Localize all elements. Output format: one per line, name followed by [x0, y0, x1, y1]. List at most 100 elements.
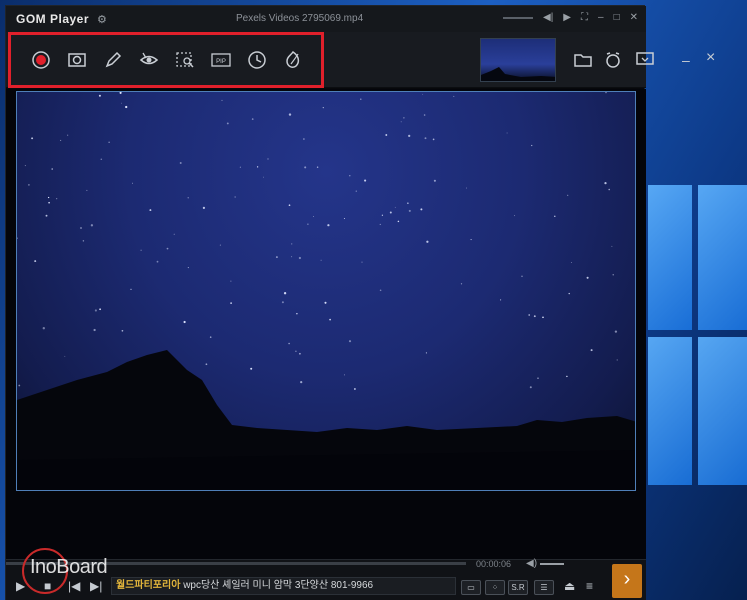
star: [422, 93, 424, 95]
toolbar-minimize-icon[interactable]: –: [682, 52, 690, 68]
star: [219, 244, 221, 246]
star: [343, 218, 345, 219]
playlist-icon[interactable]: ☰: [534, 580, 554, 595]
star: [42, 327, 45, 330]
eject-icon[interactable]: ⏏: [564, 579, 575, 593]
subtitle-button[interactable]: S.R: [508, 580, 528, 595]
prev-button[interactable]: |◀: [68, 579, 80, 593]
star: [542, 316, 544, 319]
ticker-text: wpc당산 셰일러 미니 암막 3단양산 801-9966: [183, 580, 374, 591]
play-icon[interactable]: ▶: [563, 12, 571, 23]
star: [17, 237, 18, 239]
star: [121, 102, 123, 104]
star: [304, 166, 307, 169]
star: [361, 261, 363, 263]
star: [570, 262, 572, 263]
app-logo[interactable]: GOM Player: [16, 12, 89, 26]
window-title: Pexels Videos 2795069.mp4: [236, 13, 364, 24]
fullscreen-icon[interactable]: ⛶: [581, 12, 588, 23]
gom-player-window: GOM Player ⚙ Pexels Videos 2795069.mp4 ◀…: [5, 5, 654, 600]
total-time: 00:00:06: [476, 559, 512, 569]
title-volume-track[interactable]: [503, 16, 533, 19]
star: [424, 137, 427, 140]
video-area[interactable]: [6, 89, 646, 559]
title-controls: ◀| ▶ ⛶ – □ ✕: [503, 12, 638, 23]
star: [288, 113, 292, 116]
star: [179, 162, 182, 164]
star: [173, 233, 175, 235]
star: [612, 274, 614, 276]
star: [288, 204, 291, 207]
star: [94, 309, 97, 312]
star: [288, 342, 290, 345]
screen-ratio-icon[interactable]: ▭: [461, 580, 481, 595]
star: [67, 134, 69, 136]
star: [125, 105, 128, 109]
star: [99, 308, 101, 311]
star: [327, 224, 330, 227]
star: [349, 175, 351, 177]
star: [230, 280, 232, 282]
next-button[interactable]: ▶|: [90, 579, 102, 593]
star: [34, 260, 37, 263]
star: [567, 194, 569, 196]
star: [312, 215, 314, 217]
star: [230, 302, 232, 304]
video-thumbnail[interactable]: [480, 38, 556, 82]
star: [355, 190, 357, 192]
star: [408, 209, 411, 212]
expand-panel-button[interactable]: ›: [612, 564, 642, 598]
screen-icon[interactable]: [634, 49, 656, 71]
volume-icon[interactable]: ◀): [526, 558, 537, 569]
star: [82, 240, 85, 242]
star: [119, 92, 122, 94]
star: [381, 214, 384, 216]
star: [166, 247, 169, 250]
star: [379, 289, 382, 292]
star: [28, 184, 30, 186]
menu-icon[interactable]: ≡: [586, 579, 593, 593]
star: [86, 189, 88, 191]
star: [45, 214, 48, 217]
alarm-icon[interactable]: [602, 49, 624, 71]
star: [385, 134, 388, 136]
star: [360, 98, 362, 100]
star: [433, 179, 436, 182]
star: [554, 215, 556, 218]
star: [407, 202, 409, 204]
star: [283, 292, 287, 295]
settings-gear-icon[interactable]: ⚙: [97, 13, 107, 26]
star: [156, 260, 159, 263]
folder-icon[interactable]: [572, 49, 594, 71]
star: [60, 139, 62, 141]
close-icon[interactable]: ✕: [630, 12, 638, 23]
star: [275, 256, 278, 259]
star: [500, 299, 502, 301]
star: [432, 138, 435, 141]
star: [90, 224, 94, 227]
star: [397, 220, 400, 223]
star: [320, 259, 322, 261]
ticker-tag: 월드파티포리아: [116, 580, 181, 591]
ad-ticker[interactable]: 월드파티포리아 wpc당산 셰일러 미니 암막 3단양산 801-9966: [111, 577, 456, 595]
star: [379, 223, 381, 225]
toolbar-close-icon[interactable]: ×: [706, 49, 715, 67]
star: [531, 144, 533, 147]
star: [568, 292, 570, 295]
mountain-silhouette: [17, 350, 635, 490]
star: [263, 176, 264, 178]
star: [528, 314, 531, 316]
maximize-icon[interactable]: □: [614, 12, 620, 23]
equalizer-icon[interactable]: ⁘: [485, 580, 505, 595]
star: [329, 318, 331, 321]
star: [296, 313, 298, 315]
star: [183, 320, 186, 324]
star: [400, 121, 402, 123]
star: [251, 118, 254, 120]
star: [465, 187, 467, 189]
tool-panel: PIP: [6, 32, 654, 88]
prev-icon[interactable]: ◀|: [543, 12, 553, 23]
windows-logo: [648, 185, 747, 485]
volume-slider[interactable]: [540, 563, 564, 565]
minimize-icon[interactable]: –: [598, 12, 604, 23]
